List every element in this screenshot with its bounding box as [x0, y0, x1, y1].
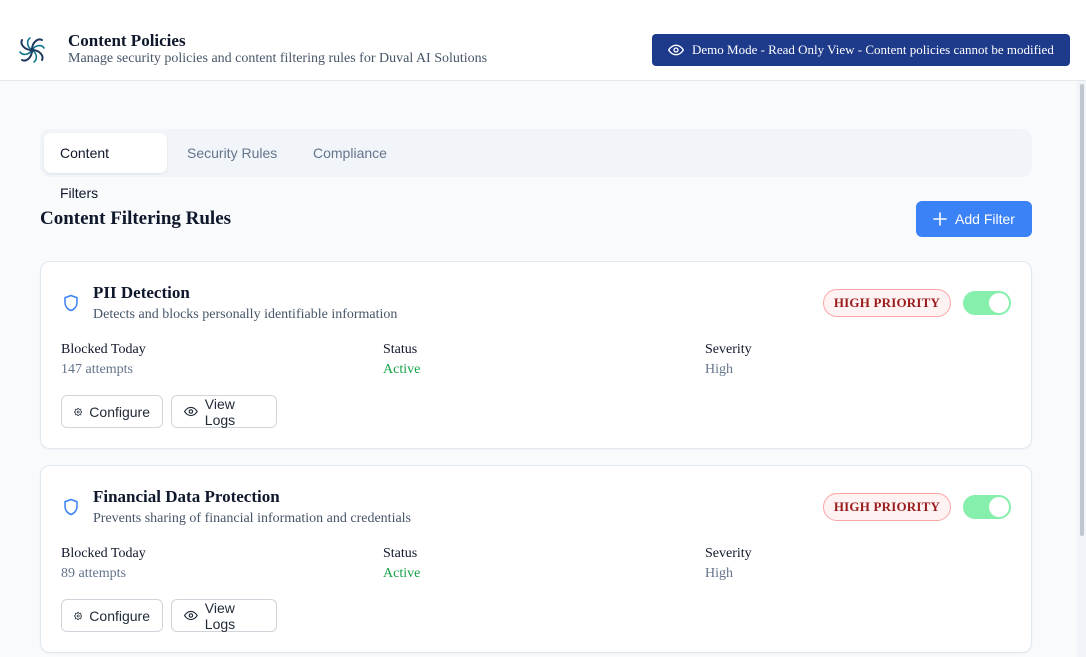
filter-title: PII Detection [93, 283, 190, 302]
blocked-today-value: 89 attempts [61, 566, 126, 581]
demo-mode-banner: Demo Mode - Read Only View - Content pol… [652, 34, 1070, 66]
demo-banner-text: Demo Mode - Read Only View - Content pol… [692, 42, 1054, 57]
toggle-knob [989, 497, 1009, 517]
gear-icon [74, 407, 83, 416]
scrollbar-thumb[interactable] [1080, 84, 1084, 536]
status-value: Active [383, 566, 421, 581]
severity-label: Severity [705, 342, 752, 357]
gear-icon [74, 611, 83, 620]
priority-badge: HIGH PRIORITY [823, 289, 951, 317]
view-logs-button[interactable]: View Logs [171, 599, 277, 632]
status-value: Active [383, 362, 421, 377]
add-filter-label: Add Filter [955, 211, 1015, 227]
page-subtitle: Manage security policies and content fil… [68, 51, 488, 66]
tab-bar: Content Filters Security Rules Complianc… [40, 129, 1032, 201]
filter-title: Financial Data Protection [93, 487, 280, 506]
configure-label: Configure [89, 403, 150, 420]
plus-icon [933, 212, 947, 226]
page-title: Content Policies [68, 31, 186, 50]
swirl-logo-icon [19, 37, 45, 63]
add-filter-button[interactable]: Add Filter [916, 201, 1032, 237]
section-title: Content Filtering Rules [40, 208, 232, 229]
filter-description: Detects and blocks personally identifiab… [93, 307, 398, 322]
filter-card: PII Detection Detects and blocks persona… [40, 261, 1032, 449]
view-logs-button[interactable]: View Logs [171, 395, 277, 428]
configure-button[interactable]: Configure [61, 599, 163, 632]
severity-value: High [705, 566, 733, 581]
tab-compliance[interactable]: Compliance [297, 133, 403, 173]
blocked-today-label: Blocked Today [61, 546, 146, 561]
filter-enabled-toggle[interactable] [963, 291, 1011, 315]
shield-icon [64, 498, 78, 516]
filter-card: Financial Data Protection Prevents shari… [40, 465, 1032, 653]
blocked-today-label: Blocked Today [61, 342, 146, 357]
blocked-today-value: 147 attempts [61, 362, 133, 377]
status-label: Status [383, 546, 418, 561]
priority-badge: HIGH PRIORITY [823, 493, 951, 521]
filter-description: Prevents sharing of financial informatio… [93, 511, 412, 526]
tab-security-rules[interactable]: Security Rules [171, 133, 293, 173]
page-header: Content Policies Manage security policie… [0, 0, 1086, 81]
toggle-knob [989, 293, 1009, 313]
view-logs-label: View Logs [204, 599, 236, 632]
severity-label: Severity [705, 546, 752, 561]
status-label: Status [383, 342, 418, 357]
configure-button[interactable]: Configure [61, 395, 163, 428]
shield-icon [64, 294, 78, 312]
configure-label: Configure [89, 607, 150, 624]
tab-content-filters[interactable]: Content Filters [44, 133, 167, 201]
eye-icon [668, 44, 684, 56]
filter-enabled-toggle[interactable] [963, 495, 1011, 519]
severity-value: High [705, 362, 733, 377]
view-logs-label: View Logs [204, 395, 236, 428]
eye-icon [184, 406, 198, 417]
eye-icon [184, 610, 198, 621]
